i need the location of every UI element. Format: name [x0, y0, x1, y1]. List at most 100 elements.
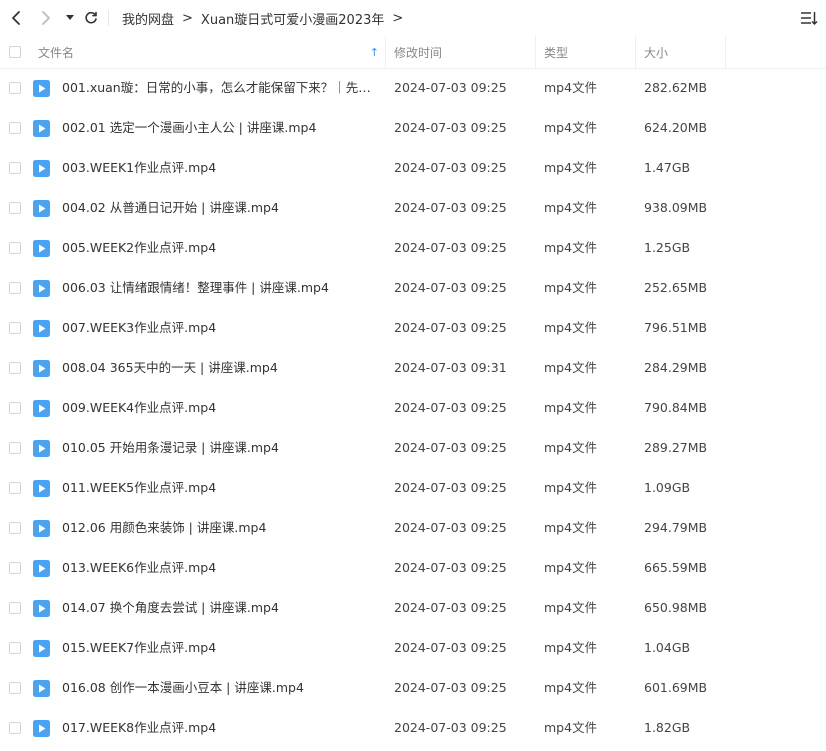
file-modified-time: 2024-07-03 09:25	[394, 520, 507, 535]
file-name[interactable]: 016.08 创作一本漫画小豆本 | 讲座课.mp4	[62, 668, 380, 708]
breadcrumb-root[interactable]: 我的网盘	[122, 9, 174, 28]
file-type: mp4文件	[544, 520, 598, 535]
file-size: 294.79MB	[644, 520, 708, 535]
file-modified-time: 2024-07-03 09:25	[394, 160, 507, 175]
file-type: mp4文件	[544, 600, 598, 615]
file-row[interactable]: 004.02 从普通日记开始 | 讲座课.mp4 2024-07-03 09:2…	[0, 188, 826, 228]
refresh-icon	[85, 11, 97, 24]
file-row[interactable]: 014.07 换个角度去尝试 | 讲座课.mp4 2024-07-03 09:2…	[0, 588, 826, 628]
file-modified-time: 2024-07-03 09:25	[394, 480, 507, 495]
file-row[interactable]: 002.01 选定一个漫画小主人公 | 讲座课.mp4 2024-07-03 0…	[0, 108, 826, 148]
file-type: mp4文件	[544, 200, 598, 215]
file-row[interactable]: 012.06 用颜色来装饰 | 讲座课.mp4 2024-07-03 09:25…	[0, 508, 826, 548]
file-select-checkbox[interactable]	[9, 602, 21, 614]
file-type: mp4文件	[544, 160, 598, 175]
file-row[interactable]: 008.04 365天中的一天 | 讲座课.mp4 2024-07-03 09:…	[0, 348, 826, 388]
file-type: mp4文件	[544, 480, 598, 495]
file-row[interactable]: 015.WEEK7作业点评.mp4 2024-07-03 09:25 mp4文件…	[0, 628, 826, 668]
back-button[interactable]	[8, 8, 24, 28]
video-file-icon	[33, 480, 50, 497]
file-row[interactable]: 016.08 创作一本漫画小豆本 | 讲座课.mp4 2024-07-03 09…	[0, 668, 826, 708]
file-select-checkbox[interactable]	[9, 722, 21, 734]
file-select-checkbox[interactable]	[9, 562, 21, 574]
breadcrumb-expand-icon[interactable]: >	[392, 11, 403, 26]
nav-divider	[108, 10, 109, 26]
file-type: mp4文件	[544, 80, 598, 95]
file-size: 624.20MB	[644, 120, 708, 135]
refresh-button[interactable]	[83, 8, 99, 28]
file-name[interactable]: 004.02 从普通日记开始 | 讲座课.mp4	[62, 188, 380, 228]
select-all-checkbox[interactable]	[9, 46, 21, 58]
file-size: 796.51MB	[644, 320, 708, 335]
video-file-icon	[33, 80, 50, 97]
file-modified-time: 2024-07-03 09:25	[394, 600, 507, 615]
file-name[interactable]: 015.WEEK7作业点评.mp4	[62, 628, 380, 668]
sort-menu-button[interactable]	[800, 9, 818, 27]
file-select-checkbox[interactable]	[9, 682, 21, 694]
breadcrumb-current-folder[interactable]: Xuan璇日式可爱小漫画2023年	[201, 9, 384, 28]
file-row[interactable]: 011.WEEK5作业点评.mp4 2024-07-03 09:25 mp4文件…	[0, 468, 826, 508]
file-select-checkbox[interactable]	[9, 442, 21, 454]
file-row[interactable]: 013.WEEK6作业点评.mp4 2024-07-03 09:25 mp4文件…	[0, 548, 826, 588]
file-name[interactable]: 017.WEEK8作业点评.mp4	[62, 708, 380, 748]
file-name[interactable]: 005.WEEK2作业点评.mp4	[62, 228, 380, 268]
file-modified-time: 2024-07-03 09:25	[394, 320, 507, 335]
file-row[interactable]: 006.03 让情绪跟情绪！整理事件 | 讲座课.mp4 2024-07-03 …	[0, 268, 826, 308]
file-size: 790.84MB	[644, 400, 708, 415]
file-type: mp4文件	[544, 280, 598, 295]
file-type: mp4文件	[544, 560, 598, 575]
file-row[interactable]: 010.05 开始用条漫记录 | 讲座课.mp4 2024-07-03 09:2…	[0, 428, 826, 468]
video-file-icon	[33, 720, 50, 737]
file-modified-time: 2024-07-03 09:25	[394, 720, 507, 735]
file-modified-time: 2024-07-03 09:25	[394, 120, 507, 135]
file-row[interactable]: 005.WEEK2作业点评.mp4 2024-07-03 09:25 mp4文件…	[0, 228, 826, 268]
file-select-checkbox[interactable]	[9, 362, 21, 374]
file-name[interactable]: 013.WEEK6作业点评.mp4	[62, 548, 380, 588]
file-name[interactable]: 001.xuan璇：日常的小事，怎么才能保留下来？｜先导篇...	[62, 68, 380, 108]
file-size: 1.09GB	[644, 480, 691, 495]
file-select-checkbox[interactable]	[9, 162, 21, 174]
file-size: 650.98MB	[644, 600, 708, 615]
file-select-checkbox[interactable]	[9, 282, 21, 294]
file-name[interactable]: 007.WEEK3作业点评.mp4	[62, 308, 380, 348]
file-size: 282.62MB	[644, 80, 708, 95]
file-row[interactable]: 009.WEEK4作业点评.mp4 2024-07-03 09:25 mp4文件…	[0, 388, 826, 428]
file-row[interactable]: 017.WEEK8作业点评.mp4 2024-07-03 09:25 mp4文件…	[0, 708, 826, 748]
file-select-checkbox[interactable]	[9, 82, 21, 94]
file-select-checkbox[interactable]	[9, 202, 21, 214]
file-name[interactable]: 006.03 让情绪跟情绪！整理事件 | 讲座课.mp4	[62, 268, 380, 308]
file-name[interactable]: 012.06 用颜色来装饰 | 讲座课.mp4	[62, 508, 380, 548]
video-file-icon	[33, 120, 50, 137]
file-name[interactable]: 010.05 开始用条漫记录 | 讲座课.mp4	[62, 428, 380, 468]
file-select-checkbox[interactable]	[9, 522, 21, 534]
column-size-label: 大小	[644, 45, 669, 60]
column-header-type[interactable]: 类型	[536, 36, 636, 68]
file-select-checkbox[interactable]	[9, 322, 21, 334]
file-modified-time: 2024-07-03 09:25	[394, 280, 507, 295]
file-select-checkbox[interactable]	[9, 402, 21, 414]
file-row[interactable]: 003.WEEK1作业点评.mp4 2024-07-03 09:25 mp4文件…	[0, 148, 826, 188]
file-select-checkbox[interactable]	[9, 242, 21, 254]
file-select-checkbox[interactable]	[9, 122, 21, 134]
column-header-name[interactable]: 文件名 ↑	[38, 36, 386, 68]
file-name[interactable]: 003.WEEK1作业点评.mp4	[62, 148, 380, 188]
column-header-time[interactable]: 修改时间	[386, 36, 536, 68]
file-name[interactable]: 011.WEEK5作业点评.mp4	[62, 468, 380, 508]
file-select-checkbox[interactable]	[9, 642, 21, 654]
forward-button[interactable]	[38, 8, 54, 28]
history-dropdown-button[interactable]	[64, 8, 76, 28]
column-name-label: 文件名	[38, 45, 75, 60]
file-size: 938.09MB	[644, 200, 708, 215]
file-name[interactable]: 008.04 365天中的一天 | 讲座课.mp4	[62, 348, 380, 388]
file-row[interactable]: 007.WEEK3作业点评.mp4 2024-07-03 09:25 mp4文件…	[0, 308, 826, 348]
file-modified-time: 2024-07-03 09:25	[394, 200, 507, 215]
column-time-label: 修改时间	[394, 45, 443, 60]
file-row[interactable]: 001.xuan璇：日常的小事，怎么才能保留下来？｜先导篇... 2024-07…	[0, 68, 826, 108]
file-select-checkbox[interactable]	[9, 482, 21, 494]
file-name[interactable]: 014.07 换个角度去尝试 | 讲座课.mp4	[62, 588, 380, 628]
file-size: 1.82GB	[644, 720, 691, 735]
file-name[interactable]: 002.01 选定一个漫画小主人公 | 讲座课.mp4	[62, 108, 380, 148]
file-name[interactable]: 009.WEEK4作业点评.mp4	[62, 388, 380, 428]
caret-down-icon	[66, 15, 74, 20]
column-header-size[interactable]: 大小	[636, 36, 726, 68]
